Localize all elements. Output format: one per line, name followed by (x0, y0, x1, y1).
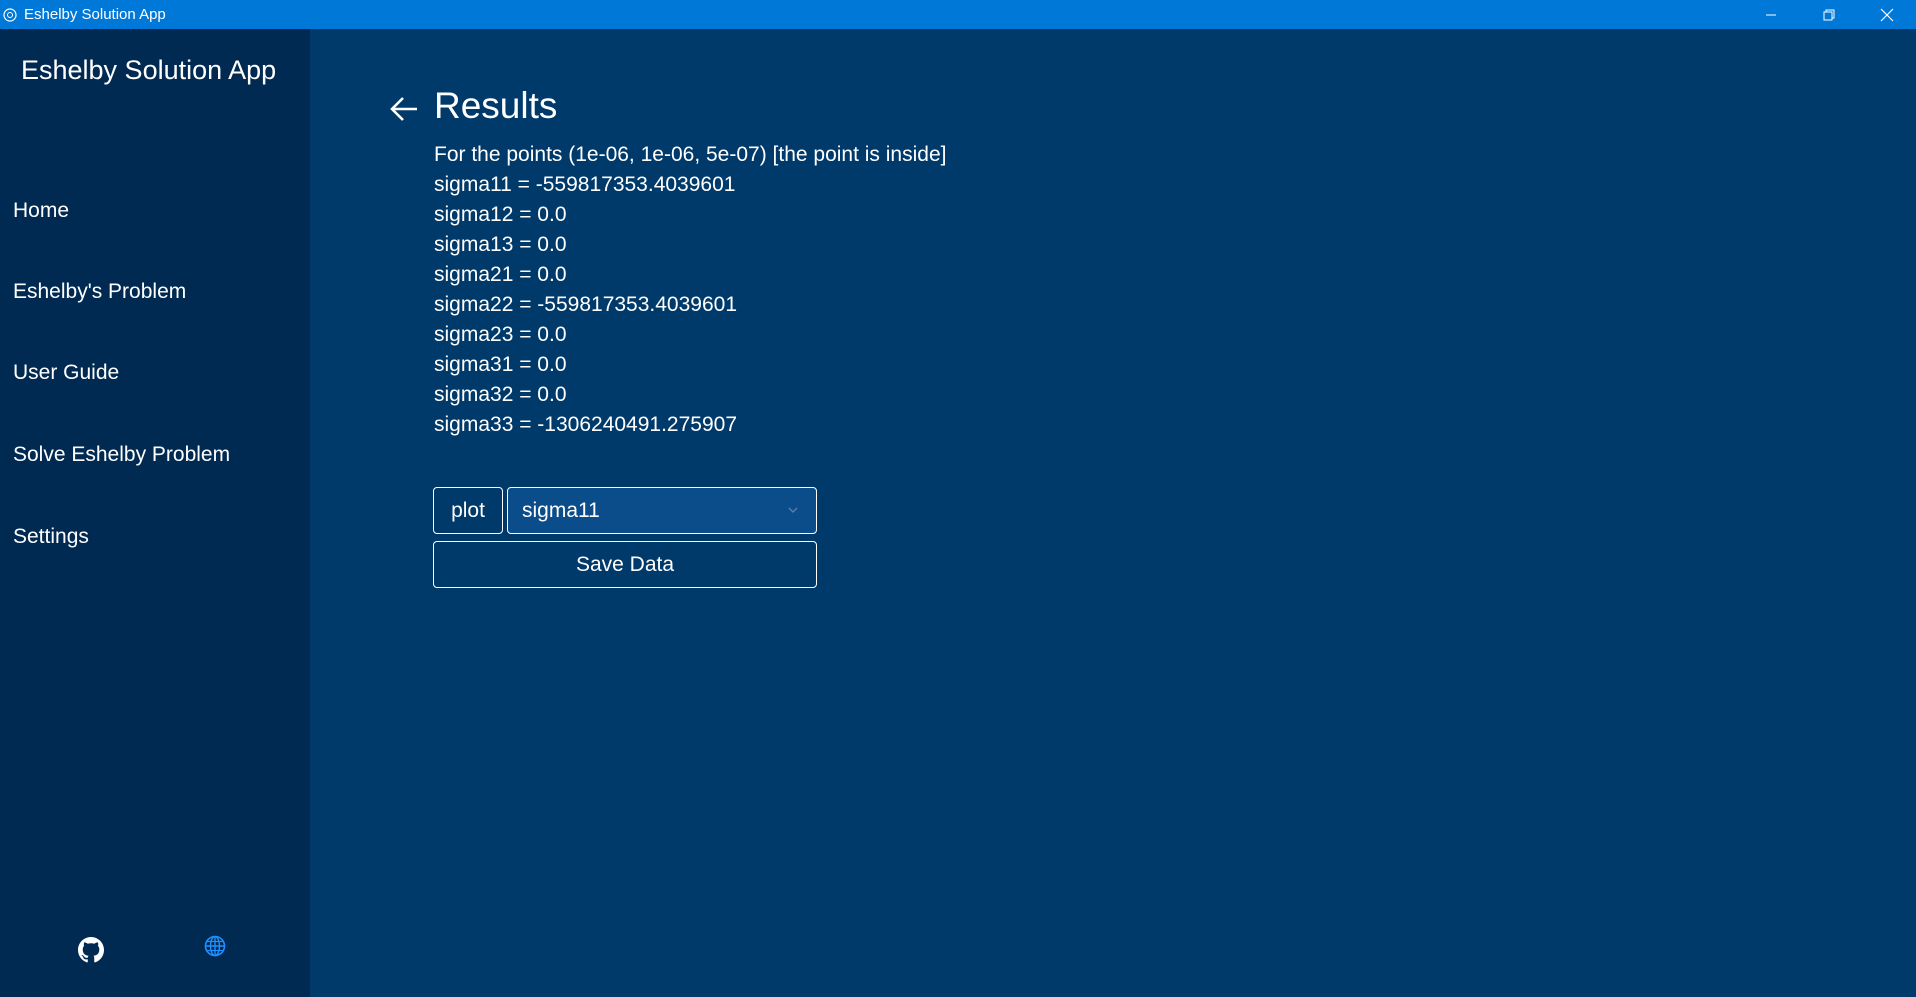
back-arrow-icon[interactable] (386, 91, 422, 127)
results-list: For the points (1e-06, 1e-06, 5e-07) [th… (434, 140, 946, 440)
sidebar-item-user-guide[interactable]: User Guide (13, 361, 119, 385)
sidebar-item-solve-eshelby-problem[interactable]: Solve Eshelby Problem (13, 443, 230, 467)
result-sigma33: sigma33 = -1306240491.275907 (434, 413, 738, 436)
select-value: sigma11 (522, 498, 600, 522)
result-sigma21: sigma21 = 0.0 (434, 263, 567, 286)
page-title: Results (434, 85, 558, 126)
window-controls (1742, 0, 1916, 29)
minimize-icon[interactable] (1742, 0, 1800, 29)
sidebar-item-settings[interactable]: Settings (13, 525, 89, 549)
sidebar: Eshelby Solution App Home Eshelby's Prob… (0, 29, 310, 997)
restore-icon[interactable] (1800, 0, 1858, 29)
result-sigma12: sigma12 = 0.0 (434, 203, 567, 226)
window-title: Eshelby Solution App (24, 6, 166, 23)
close-icon[interactable] (1858, 0, 1916, 29)
title-bar: Eshelby Solution App (0, 0, 1916, 29)
plot-button[interactable]: plot (433, 487, 503, 534)
result-sigma23: sigma23 = 0.0 (434, 323, 567, 346)
app-icon (2, 7, 18, 23)
save-data-button[interactable]: Save Data (433, 541, 817, 588)
result-sigma11: sigma11 = -559817353.4039601 (434, 173, 736, 196)
chevron-down-icon (786, 503, 800, 522)
sidebar-item-home[interactable]: Home (13, 199, 69, 223)
result-sigma31: sigma31 = 0.0 (434, 353, 567, 376)
sidebar-item-eshelbys-problem[interactable]: Eshelby's Problem (13, 280, 186, 304)
component-select[interactable]: sigma11 (507, 487, 817, 534)
sidebar-app-title: Eshelby Solution App (21, 55, 277, 85)
result-sigma32: sigma32 = 0.0 (434, 383, 567, 406)
globe-icon[interactable] (200, 931, 230, 961)
main-content: Results For the points (1e-06, 1e-06, 5e… (310, 29, 1916, 997)
github-icon[interactable] (76, 935, 106, 965)
result-sigma22: sigma22 = -559817353.4039601 (434, 293, 738, 316)
result-sigma13: sigma13 = 0.0 (434, 233, 567, 256)
results-point-header: For the points (1e-06, 1e-06, 5e-07) [th… (434, 143, 947, 166)
